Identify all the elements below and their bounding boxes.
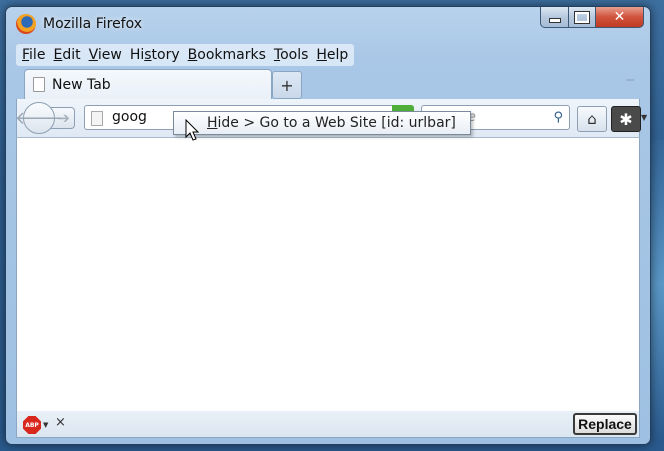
adblock-icon[interactable]: ABP — [23, 416, 41, 434]
url-input[interactable]: goog — [112, 109, 147, 125]
new-tab-button[interactable]: + — [272, 71, 302, 99]
home-button[interactable]: ⌂ — [577, 106, 607, 132]
menu-edit[interactable]: Edit — [49, 47, 84, 63]
menu-view[interactable]: View — [85, 47, 126, 63]
menu-bookmarks[interactable]: Bookmarks — [184, 47, 270, 63]
cursor-icon — [185, 119, 200, 141]
close-icon: ✕ — [613, 9, 626, 25]
tooltip: Hide > Go to a Web Site [id: urlbar] — [173, 111, 471, 135]
page-content[interactable] — [16, 137, 640, 412]
menu-history[interactable]: History — [126, 47, 184, 63]
chevron-down-icon[interactable]: ▼ — [43, 421, 48, 429]
window-title: Mozilla Firefox — [43, 16, 143, 32]
menu-file[interactable]: File — [18, 47, 49, 63]
replace-button[interactable]: Replace — [573, 413, 637, 435]
firefox-logo-icon — [16, 14, 36, 34]
search-icon[interactable]: ⚲ — [553, 110, 563, 125]
home-icon: ⌂ — [587, 110, 597, 128]
menu-bar: File Edit View History Bookmarks Tools H… — [16, 44, 355, 66]
extension-icon: ✱ — [619, 109, 633, 129]
page-icon — [33, 77, 45, 92]
maximize-icon — [574, 10, 590, 24]
page-icon — [91, 111, 103, 126]
caption-buttons: ✕ — [540, 7, 644, 28]
close-icon[interactable]: × — [55, 415, 66, 430]
tooltip-text: ide > Go to a Web Site [id: urlbar] — [217, 115, 456, 131]
title-bar[interactable]: Mozilla Firefox ✕ — [6, 7, 650, 47]
tooltip-accel: H — [207, 115, 218, 131]
menu-help[interactable]: Help — [312, 47, 352, 63]
tab-list-indicator[interactable] — [626, 79, 634, 81]
status-bar: ABP ▼ × Replace — [16, 411, 640, 438]
tab-label: New Tab — [52, 76, 111, 93]
minimize-button[interactable] — [540, 7, 569, 28]
chevron-down-icon[interactable]: ▼ — [641, 113, 647, 122]
tab-strip: New Tab + — [16, 69, 640, 99]
maximize-button[interactable] — [569, 7, 596, 28]
extension-button[interactable]: ✱ — [611, 106, 641, 132]
menu-tools[interactable]: Tools — [270, 47, 313, 63]
minimize-icon — [548, 17, 561, 23]
browser-window: Mozilla Firefox ✕ File Edit View History… — [5, 6, 651, 445]
close-window-button[interactable]: ✕ — [596, 7, 644, 28]
back-button[interactable]: 🡐 — [15, 102, 63, 134]
tab-new-tab[interactable]: New Tab — [24, 69, 272, 99]
back-arrow-icon: 🡐 — [14, 107, 64, 129]
